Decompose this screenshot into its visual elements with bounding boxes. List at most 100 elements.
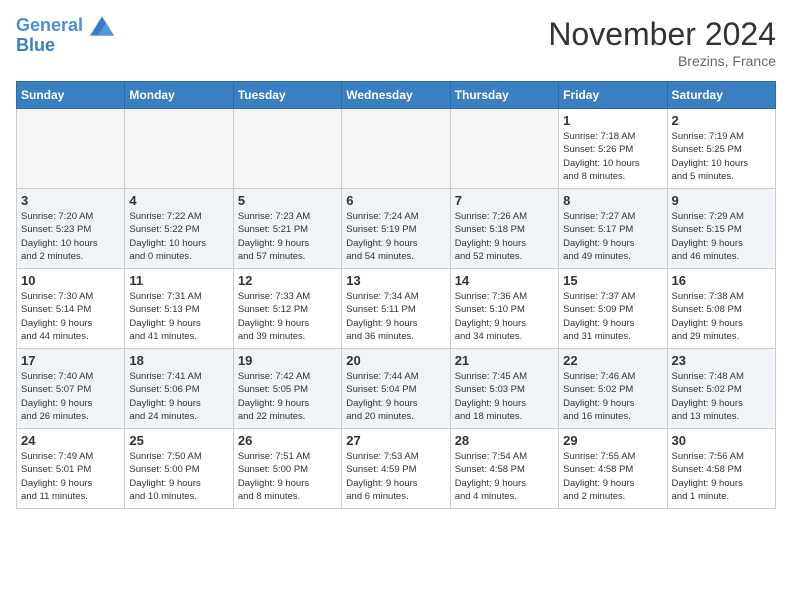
day-number: 19 [238, 353, 337, 368]
logo-blue-text: Blue [16, 36, 114, 56]
day-number: 8 [563, 193, 662, 208]
calendar-week-2: 3Sunrise: 7:20 AM Sunset: 5:23 PM Daylig… [17, 189, 776, 269]
day-info: Sunrise: 7:34 AM Sunset: 5:11 PM Dayligh… [346, 290, 445, 343]
day-number: 1 [563, 113, 662, 128]
weekday-header-sunday: Sunday [17, 82, 125, 109]
calendar-cell: 7Sunrise: 7:26 AM Sunset: 5:18 PM Daylig… [450, 189, 558, 269]
day-info: Sunrise: 7:27 AM Sunset: 5:17 PM Dayligh… [563, 210, 662, 263]
day-number: 25 [129, 433, 228, 448]
day-info: Sunrise: 7:48 AM Sunset: 5:02 PM Dayligh… [672, 370, 771, 423]
day-number: 9 [672, 193, 771, 208]
day-number: 14 [455, 273, 554, 288]
calendar-cell [450, 109, 558, 189]
day-number: 26 [238, 433, 337, 448]
day-info: Sunrise: 7:55 AM Sunset: 4:58 PM Dayligh… [563, 450, 662, 503]
calendar-table: SundayMondayTuesdayWednesdayThursdayFrid… [16, 81, 776, 509]
day-info: Sunrise: 7:54 AM Sunset: 4:58 PM Dayligh… [455, 450, 554, 503]
day-info: Sunrise: 7:45 AM Sunset: 5:03 PM Dayligh… [455, 370, 554, 423]
calendar-cell: 20 Sunrise: 7:44 AM Sunset: 5:04 PM Dayli… [342, 349, 450, 429]
title-area: November 2024 Brezins, France [548, 16, 776, 69]
calendar-cell [17, 109, 125, 189]
calendar-cell: 4 Sunrise: 7:22 AM Sunset: 5:22 PM Daylig… [125, 189, 233, 269]
day-info: Sunrise: 7:22 AM Sunset: 5:22 PM Dayligh… [129, 210, 228, 263]
calendar-cell: 19 Sunrise: 7:42 AM Sunset: 5:05 PM Dayli… [233, 349, 341, 429]
day-number: 23 [672, 353, 771, 368]
day-info: Sunrise: 7:37 AM Sunset: 5:09 PM Dayligh… [563, 290, 662, 343]
calendar-cell: 27 Sunrise: 7:53 AM Sunset: 4:59 PM Dayli… [342, 429, 450, 509]
page-header: General Blue November 2024 Brezins, Fran… [16, 16, 776, 69]
calendar-cell: 17Sunrise: 7:40 AM Sunset: 5:07 PM Dayli… [17, 349, 125, 429]
day-number: 10 [21, 273, 120, 288]
day-info: Sunrise: 7:31 AM Sunset: 5:13 PM Dayligh… [129, 290, 228, 343]
calendar-cell: 26 Sunrise: 7:51 AM Sunset: 5:00 PM Dayli… [233, 429, 341, 509]
calendar-cell: 18Sunrise: 7:41 AM Sunset: 5:06 PM Dayli… [125, 349, 233, 429]
logo: General Blue [16, 16, 114, 56]
weekday-header-tuesday: Tuesday [233, 82, 341, 109]
logo-text: General [16, 16, 114, 36]
weekday-header-monday: Monday [125, 82, 233, 109]
logo-icon [90, 16, 114, 36]
day-number: 3 [21, 193, 120, 208]
day-number: 17 [21, 353, 120, 368]
calendar-week-3: 10 Sunrise: 7:30 AM Sunset: 5:14 PM Dayli… [17, 269, 776, 349]
day-number: 24 [21, 433, 120, 448]
weekday-header-friday: Friday [559, 82, 667, 109]
weekday-header-saturday: Saturday [667, 82, 775, 109]
weekday-header-wednesday: Wednesday [342, 82, 450, 109]
day-number: 18 [129, 353, 228, 368]
header-row: SundayMondayTuesdayWednesdayThursdayFrid… [17, 82, 776, 109]
calendar-cell: 8 Sunrise: 7:27 AM Sunset: 5:17 PM Daylig… [559, 189, 667, 269]
location: Brezins, France [548, 53, 776, 69]
day-number: 21 [455, 353, 554, 368]
calendar-cell: 30 Sunrise: 7:56 AM Sunset: 4:58 PM Dayli… [667, 429, 775, 509]
day-info: Sunrise: 7:51 AM Sunset: 5:00 PM Dayligh… [238, 450, 337, 503]
calendar-cell: 13 Sunrise: 7:34 AM Sunset: 5:11 PM Dayli… [342, 269, 450, 349]
day-number: 30 [672, 433, 771, 448]
day-info: Sunrise: 7:30 AM Sunset: 5:14 PM Dayligh… [21, 290, 120, 343]
day-info: Sunrise: 7:38 AM Sunset: 5:08 PM Dayligh… [672, 290, 771, 343]
day-info: Sunrise: 7:56 AM Sunset: 4:58 PM Dayligh… [672, 450, 771, 503]
day-number: 16 [672, 273, 771, 288]
day-number: 2 [672, 113, 771, 128]
calendar-cell: 22Sunrise: 7:46 AM Sunset: 5:02 PM Dayli… [559, 349, 667, 429]
calendar-cell: 1 Sunrise: 7:18 AM Sunset: 5:26 PM Daylig… [559, 109, 667, 189]
day-number: 7 [455, 193, 554, 208]
calendar-cell: 28Sunrise: 7:54 AM Sunset: 4:58 PM Dayli… [450, 429, 558, 509]
calendar-cell [125, 109, 233, 189]
weekday-header-thursday: Thursday [450, 82, 558, 109]
day-number: 5 [238, 193, 337, 208]
day-info: Sunrise: 7:18 AM Sunset: 5:26 PM Dayligh… [563, 130, 662, 183]
day-info: Sunrise: 7:23 AM Sunset: 5:21 PM Dayligh… [238, 210, 337, 263]
calendar-week-5: 24Sunrise: 7:49 AM Sunset: 5:01 PM Dayli… [17, 429, 776, 509]
calendar-cell: 14 Sunrise: 7:36 AM Sunset: 5:10 PM Dayli… [450, 269, 558, 349]
day-number: 15 [563, 273, 662, 288]
day-number: 12 [238, 273, 337, 288]
day-info: Sunrise: 7:44 AM Sunset: 5:04 PM Dayligh… [346, 370, 445, 423]
day-number: 20 [346, 353, 445, 368]
calendar-week-1: 1 Sunrise: 7:18 AM Sunset: 5:26 PM Daylig… [17, 109, 776, 189]
day-info: Sunrise: 7:42 AM Sunset: 5:05 PM Dayligh… [238, 370, 337, 423]
day-info: Sunrise: 7:19 AM Sunset: 5:25 PM Dayligh… [672, 130, 771, 183]
day-number: 29 [563, 433, 662, 448]
day-info: Sunrise: 7:36 AM Sunset: 5:10 PM Dayligh… [455, 290, 554, 343]
day-number: 13 [346, 273, 445, 288]
day-info: Sunrise: 7:53 AM Sunset: 4:59 PM Dayligh… [346, 450, 445, 503]
day-number: 22 [563, 353, 662, 368]
day-info: Sunrise: 7:24 AM Sunset: 5:19 PM Dayligh… [346, 210, 445, 263]
calendar-cell: 6 Sunrise: 7:24 AM Sunset: 5:19 PM Daylig… [342, 189, 450, 269]
calendar-cell: 10 Sunrise: 7:30 AM Sunset: 5:14 PM Dayli… [17, 269, 125, 349]
day-info: Sunrise: 7:33 AM Sunset: 5:12 PM Dayligh… [238, 290, 337, 343]
day-number: 4 [129, 193, 228, 208]
calendar-week-4: 17Sunrise: 7:40 AM Sunset: 5:07 PM Dayli… [17, 349, 776, 429]
calendar-cell: 2 Sunrise: 7:19 AM Sunset: 5:25 PM Daylig… [667, 109, 775, 189]
calendar-cell: 23 Sunrise: 7:48 AM Sunset: 5:02 PM Dayli… [667, 349, 775, 429]
day-number: 6 [346, 193, 445, 208]
calendar-cell: 12 Sunrise: 7:33 AM Sunset: 5:12 PM Dayli… [233, 269, 341, 349]
month-title: November 2024 [548, 16, 776, 53]
calendar-cell: 5 Sunrise: 7:23 AM Sunset: 5:21 PM Daylig… [233, 189, 341, 269]
calendar-cell: 16 Sunrise: 7:38 AM Sunset: 5:08 PM Dayli… [667, 269, 775, 349]
day-info: Sunrise: 7:50 AM Sunset: 5:00 PM Dayligh… [129, 450, 228, 503]
day-info: Sunrise: 7:29 AM Sunset: 5:15 PM Dayligh… [672, 210, 771, 263]
day-number: 27 [346, 433, 445, 448]
calendar-cell: 29 Sunrise: 7:55 AM Sunset: 4:58 PM Dayli… [559, 429, 667, 509]
